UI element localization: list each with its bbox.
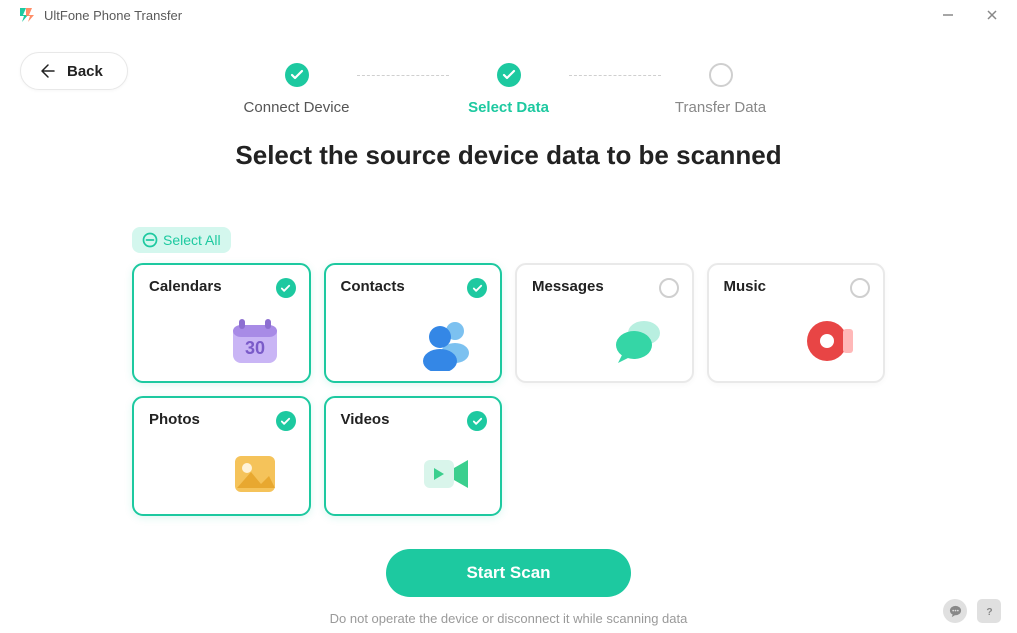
scan-hint: Do not operate the device or disconnect … [0,611,1017,626]
category-grid: Calendars 30 Contacts Messages [132,263,885,516]
card-check-on[interactable] [467,411,487,431]
feedback-button[interactable] [943,599,967,623]
minimize-button[interactable] [941,8,955,22]
check-icon [280,283,291,294]
card-title: Videos [341,411,486,428]
check-icon [280,416,291,427]
card-check-off[interactable] [850,278,870,298]
calendar-icon: 30 [225,311,285,371]
step-select-data: Select Data [449,63,569,116]
card-title: Messages [532,278,677,295]
chat-icon [949,605,962,618]
check-icon [472,416,483,427]
card-title: Photos [149,411,294,428]
question-icon: ? [983,605,996,618]
deselect-icon [142,232,158,248]
arrow-left-icon [39,62,57,80]
step-circle-pending [709,63,733,87]
select-all-label: Select All [163,232,221,248]
check-icon [472,283,483,294]
window-controls [941,8,999,22]
app-title: UltFone Phone Transfer [44,8,182,23]
check-icon [502,68,516,82]
card-videos[interactable]: Videos [324,396,503,516]
back-button-label: Back [67,63,103,80]
step-connect-device: Connect Device [237,63,357,116]
check-icon [290,68,304,82]
card-check-off[interactable] [659,278,679,298]
card-calendars[interactable]: Calendars 30 [132,263,311,383]
step-circle-done [285,63,309,87]
content-area: Select All Calendars 30 Contacts Message… [0,227,1017,516]
card-contacts[interactable]: Contacts [324,263,503,383]
help-button[interactable]: ? [977,599,1001,623]
card-check-on[interactable] [276,278,296,298]
card-check-on[interactable] [276,411,296,431]
select-all-toggle[interactable]: Select All [132,227,231,253]
step-transfer-data: Transfer Data [661,63,781,116]
step-label: Select Data [468,99,549,116]
footer-icons: ? [943,599,1001,623]
card-title: Calendars [149,278,294,295]
titlebar: UltFone Phone Transfer [0,0,1017,30]
svg-text:30: 30 [244,338,264,358]
messages-icon [608,311,668,371]
action-area: Start Scan Do not operate the device or … [0,549,1017,626]
step-circle-active [497,63,521,87]
music-icon [799,311,859,371]
card-messages[interactable]: Messages [515,263,694,383]
back-button[interactable]: Back [20,52,128,90]
contacts-icon [416,311,476,371]
card-photos[interactable]: Photos [132,396,311,516]
stepper: Connect Device Select Data Transfer Data [0,63,1017,116]
titlebar-left: UltFone Phone Transfer [18,7,182,23]
card-title: Music [724,278,869,295]
step-label: Transfer Data [675,99,766,116]
videos-icon [416,444,476,504]
photos-icon [225,444,285,504]
svg-text:?: ? [986,607,992,618]
step-connector [357,75,449,76]
card-music[interactable]: Music [707,263,886,383]
start-scan-button[interactable]: Start Scan [386,549,630,597]
app-logo-icon [18,7,34,23]
step-connector [569,75,661,76]
card-check-on[interactable] [467,278,487,298]
step-label: Connect Device [244,99,350,116]
card-title: Contacts [341,278,486,295]
close-button[interactable] [985,8,999,22]
page-heading: Select the source device data to be scan… [0,140,1017,171]
